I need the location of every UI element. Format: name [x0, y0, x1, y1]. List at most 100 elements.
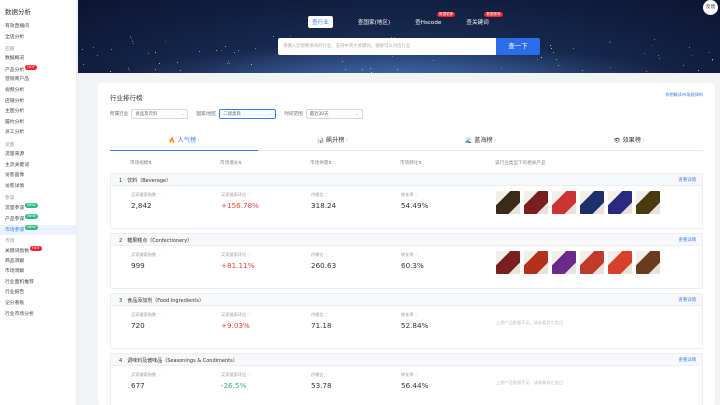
hero-tab[interactable]: 查关键词 数据更新 — [466, 12, 503, 28]
ranking-tabs: 🔥 人气榜? 📊 飙升榜? 🌊 蓝海榜? 👁 效果榜? — [110, 131, 703, 151]
column-header[interactable]: 市场增长 ⇅ — [220, 160, 242, 166]
sidebar-item-label: 员工分析 — [5, 130, 25, 136]
view-details-link[interactable]: 查看详情 — [678, 357, 696, 363]
hero-tab[interactable]: 查Hscode 数据更新 — [415, 12, 456, 28]
sidebar-item[interactable]: 数据概况 — [0, 54, 76, 65]
ranking-tab[interactable]: 🔥 人气榜? — [110, 131, 259, 151]
product-image[interactable] — [636, 191, 660, 214]
empty-products-note: 上榜产品数量不足，请查看其它类目 — [496, 320, 564, 325]
ranking-tab[interactable]: 🌊 蓝海榜? — [407, 131, 555, 150]
sidebar-item[interactable]: 记分看板 — [0, 299, 76, 310]
product-image[interactable] — [524, 191, 548, 214]
product-image[interactable] — [496, 191, 520, 214]
view-details-link[interactable]: 查看详情 — [678, 237, 696, 243]
metric-value: 260.63 — [311, 261, 337, 270]
row-title: 1 饮料（Beverage） — [119, 177, 171, 184]
sidebar-item[interactable]: 流量参谋NEW — [0, 203, 76, 214]
sidebar-item[interactable]: 行业市场分析 — [0, 310, 76, 321]
info-icon: ⓘ — [324, 253, 329, 257]
sidebar-item[interactable]: 流量来源 — [0, 150, 76, 161]
product-image[interactable] — [608, 191, 632, 214]
sidebar-item[interactable]: 全店分析 — [0, 33, 76, 44]
sidebar-item[interactable]: 视频分析 — [0, 86, 76, 97]
product-image[interactable] — [552, 251, 576, 274]
metric-label: 转化率 ⓘ — [401, 372, 419, 377]
metric-label: 供需比 ⓘ — [311, 192, 329, 197]
sidebar-item-label: 行业市场分析 — [5, 311, 34, 317]
sidebar-item[interactable]: 产品参谋NEW — [0, 213, 76, 225]
sidebar-item[interactable]: 主图分析 — [0, 107, 76, 118]
industry-search-input[interactable]: 请输入您想要查询的行业，支持中英文关键词，搜索可以对应行业 — [278, 38, 496, 55]
metric-label: 转化率 ⓘ — [401, 312, 419, 317]
sidebar-group-label: 流量 — [5, 142, 15, 148]
hero-tab-label: 查国家(地区) — [357, 20, 391, 26]
row-category: 糖果糕点（Confectionery） — [127, 238, 193, 244]
ranking-row: 3 食品添加剂（Food Ingredients） 查看详情 买家搜索指数 ⓘ 720 买… — [110, 293, 703, 349]
sidebar-item[interactable]: 营销商户品 — [0, 75, 76, 86]
product-image[interactable] — [552, 191, 576, 214]
hero-tab[interactable]: 查国家(地区) — [358, 18, 390, 28]
hero-banner: 查行业 查国家(地区) 查Hscode 数据更新 查关键词 数据更新 请输入您想要查询的行… — [78, 0, 720, 73]
product-image[interactable] — [580, 191, 604, 214]
row-title: 2 糖果糕点（Confectionery） — [119, 237, 192, 244]
view-details-link[interactable]: 查看详情 — [678, 297, 696, 303]
info-icon: ⓘ — [414, 313, 419, 317]
metric-label: 买家搜索指数 ⓘ — [131, 372, 162, 377]
sidebar-item[interactable]: 员工分析 — [0, 128, 76, 139]
sort-icon[interactable]: ⇅ — [328, 160, 332, 165]
hero-tab[interactable]: 查行业 — [308, 16, 333, 28]
product-image[interactable] — [524, 251, 548, 274]
sidebar-item[interactable]: 行业报告 — [0, 288, 76, 299]
ranking-tab[interactable]: 👁 效果榜? — [555, 131, 703, 150]
ocean-icon: 🌊 — [465, 138, 473, 144]
sort-icon[interactable]: ⇅ — [148, 160, 152, 165]
info-icon: ⓘ — [247, 253, 252, 257]
sidebar-item-label: 产品分析 — [5, 67, 25, 73]
sidebar-item[interactable]: 市场洞察 — [0, 267, 76, 278]
column-header[interactable]: 市场供需 ⇅ — [310, 160, 332, 166]
help-link[interactable]: 你想解读市场规律吗 — [665, 92, 703, 98]
search-placeholder: 请输入您想要查询的行业，支持中英文关键词，搜索可以对应行业 — [283, 44, 411, 49]
sidebar-list: 有效直播间 全店分析 店铺 数据概况 产品分析HOT 营销商户品 视频分析 店铺分析 主图分析履… — [0, 22, 76, 320]
sort-icon[interactable]: ⇅ — [418, 160, 422, 165]
ranking-tab[interactable]: 📊 飙升榜? — [258, 131, 406, 150]
sidebar-item-label: 履约分析 — [5, 119, 25, 125]
sidebar-item[interactable]: 商品洞察 — [0, 257, 76, 268]
filter-select[interactable]: 最近30天 ⌄ — [305, 109, 363, 119]
filter-select[interactable]: 二级类目 ⌄ — [219, 109, 277, 119]
filter-select[interactable]: 食品及饮料 ⌄ — [131, 109, 189, 119]
product-image[interactable] — [580, 251, 604, 274]
column-header[interactable]: 市场转化 ⇅ — [400, 160, 422, 166]
sidebar-item[interactable]: 店铺分析 — [0, 97, 76, 108]
sidebar-item[interactable]: 关键词指数HOT — [0, 246, 76, 257]
info-icon: ⓘ — [324, 313, 329, 317]
product-image[interactable] — [636, 251, 660, 274]
sidebar-badge: HOT — [25, 64, 37, 70]
sidebar-item[interactable]: 市场参谋NEW — [0, 224, 76, 236]
feedback-button[interactable]: 反馈 — [703, 0, 718, 15]
sidebar-item[interactable]: 产品分析HOT — [0, 64, 76, 76]
column-headers: 市场规模 ⇅ 市场增长 ⇅ 市场供需 ⇅ 市场转化 ⇅ 该行业类型下的相关产品 — [110, 160, 703, 170]
view-details-link[interactable]: 查看详情 — [678, 177, 696, 183]
ranking-tab-label: 飙升榜 — [325, 137, 345, 144]
sidebar-item[interactable]: 履约分析 — [0, 118, 76, 129]
sidebar-item[interactable]: 访客详情 — [0, 182, 76, 193]
product-image[interactable] — [608, 251, 632, 274]
sidebar-item-label: 市场参谋 — [5, 227, 25, 233]
sort-icon[interactable]: ⇅ — [238, 160, 242, 165]
row-title: 3 食品添加剂（Food Ingredients） — [119, 297, 204, 304]
product-image[interactable] — [496, 251, 520, 274]
sidebar-item[interactable]: 访客画像 — [0, 171, 76, 182]
ranking-tab-label: 蓝海榜 — [474, 137, 493, 144]
info-icon: ⓘ — [157, 313, 162, 317]
ranking-tab-label: 效果榜 — [622, 137, 642, 144]
sidebar-item[interactable]: 有效直播间 — [0, 22, 76, 33]
sidebar-item[interactable]: 行业面机推荐 — [0, 278, 76, 289]
search-button[interactable]: 查一下 — [496, 38, 540, 55]
column-header[interactable]: 市场规模 ⇅ — [130, 160, 152, 166]
metric-label: 转化率 ⓘ — [401, 252, 419, 257]
sidebar: 数据分析 有效直播间 全店分析 店铺 数据概况 产品分析HOT 营销商户品 视频分析 店铺分析… — [0, 0, 77, 405]
sidebar-item[interactable]: 主流关键词 — [0, 161, 76, 172]
ranking-row: 1 饮料（Beverage） 查看详情 买家搜索指数 ⓘ 2,842 买家搜索环比 ⓘ +1… — [110, 173, 703, 229]
filter-label: 所属行业 — [110, 112, 129, 117]
